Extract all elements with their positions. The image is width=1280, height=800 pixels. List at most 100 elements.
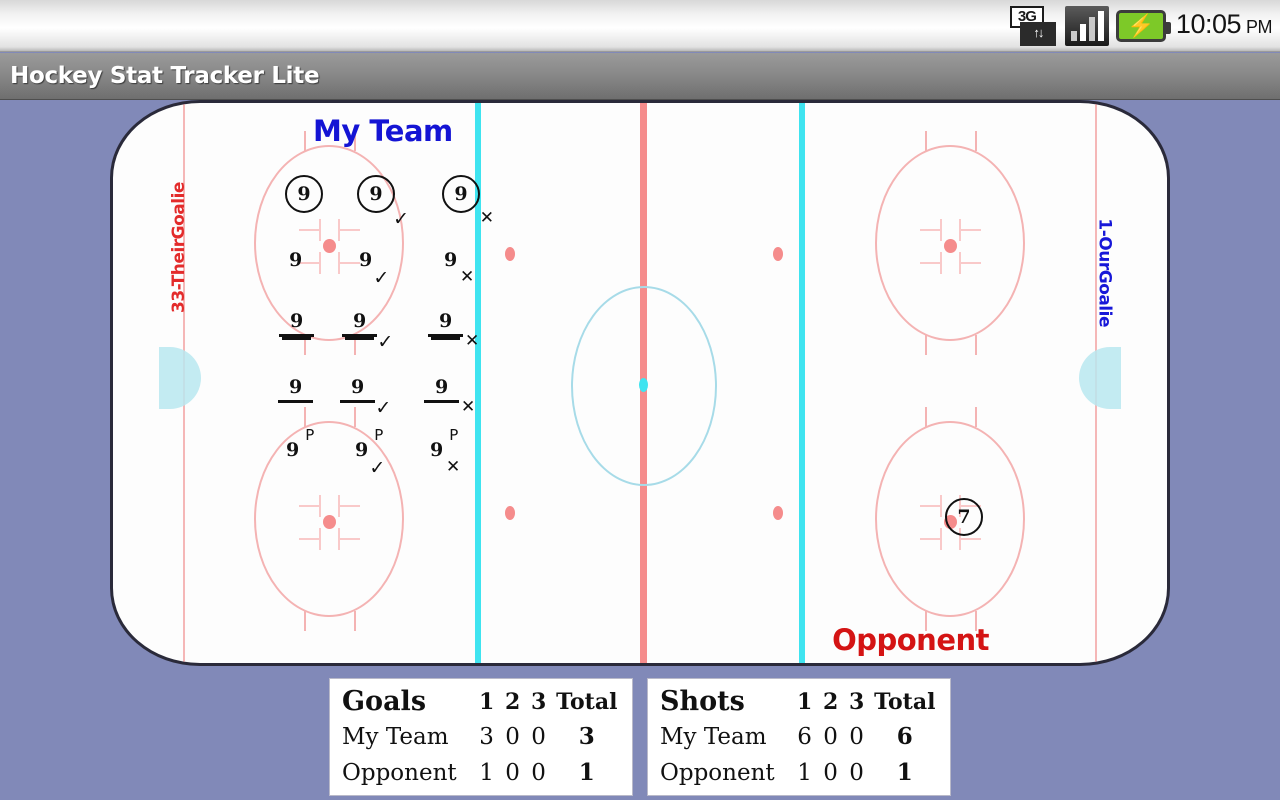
shot-marker[interactable]: 9 ✕: [424, 378, 475, 416]
total-header: Total: [556, 689, 618, 715]
period-value-cell: 0: [531, 724, 546, 750]
faceoff-dot-2: [299, 495, 360, 550]
table-header-row: Shots 1 2 3 Total: [660, 685, 940, 719]
marker-number: 9 P ✓: [355, 426, 386, 479]
goal-crease-right: [1079, 347, 1121, 409]
table-row: Opponent 1 0 0 1: [660, 755, 940, 791]
marker-number: 9 ✓: [340, 378, 391, 418]
clock-ampm: PM: [1246, 17, 1273, 37]
my-team-label: My Team: [313, 114, 453, 148]
x-mark-icon: ✕: [464, 331, 480, 351]
opponent-label: Opponent: [832, 623, 989, 657]
status-bar-clock: 10:05 PM: [1175, 9, 1273, 41]
battery-charging-icon: ⚡: [1115, 10, 1171, 42]
marker-number: 9P: [286, 426, 315, 461]
period-header: 2: [822, 689, 839, 715]
table-row: Opponent 1 0 0 1: [342, 755, 622, 791]
stat-table-title: Goals: [342, 686, 427, 717]
x-mark-icon: ✕: [479, 208, 494, 228]
marker-number: 9 ✕: [428, 312, 479, 350]
app-title-bar: Hockey Stat Tracker Lite: [0, 53, 1280, 100]
total-value-cell: 6: [896, 723, 913, 750]
shot-marker[interactable]: 9 P ✓: [354, 426, 386, 479]
shot-marker[interactable]: 9: [279, 312, 315, 337]
penalty-shot-indicator: P: [374, 426, 384, 444]
total-value-cell: 1: [896, 759, 913, 786]
x-mark-icon: ✕: [445, 457, 461, 477]
stat-table-goals: Goals 1 2 3 Total My Team 3 0 0 3 Opponent 1 0 0 1: [329, 678, 633, 796]
shot-marker[interactable]: 9 ✕: [442, 175, 494, 227]
shot-marker[interactable]: 9: [288, 251, 303, 270]
table-row: My Team 6 0 0 6: [660, 719, 940, 755]
clock-time: 10:05: [1175, 9, 1242, 39]
shot-marker[interactable]: 9 ✕: [428, 312, 479, 350]
marker-number: 9 ✓: [357, 175, 409, 229]
period-value-cell: 1: [797, 760, 812, 786]
table-header-row: Goals 1 2 3 Total: [342, 685, 622, 719]
period-value-cell: 0: [849, 724, 864, 750]
penalty-shot-indicator: P: [305, 426, 315, 444]
marker-number: 9 ✕: [424, 378, 475, 416]
faceoff-dot-1: [299, 219, 360, 274]
shot-marker[interactable]: 9 P ✕: [429, 426, 461, 477]
app-title: Hockey Stat Tracker Lite: [10, 62, 320, 89]
x-mark-icon: ✕: [460, 397, 476, 417]
team-name-cell: Opponent: [342, 760, 457, 786]
team-name-cell: My Team: [660, 724, 767, 750]
marker-number: 7: [945, 498, 983, 536]
shot-marker[interactable]: 9P: [285, 426, 315, 461]
check-mark-icon: ✓: [393, 208, 409, 230]
android-status-bar: 3G ↑↓ ⚡ 10:05 PM: [0, 0, 1280, 52]
x-mark-icon: ✕: [459, 267, 475, 287]
signal-strength-icon: [1064, 6, 1109, 46]
hockey-rink-area[interactable]: 33-TheirGoalie 1-OurGoalie My Team Oppon…: [110, 100, 1170, 666]
shot-marker[interactable]: 9 ✕: [443, 251, 474, 286]
check-mark-icon: ✓: [375, 397, 392, 419]
stats-panel: Goals 1 2 3 Total My Team 3 0 0 3 Opponent 1 0 0 1 Shot…: [0, 678, 1280, 796]
battery-bolt-glyph: ⚡: [1127, 13, 1155, 38]
shot-marker[interactable]: 9 ✓: [357, 175, 409, 229]
period-value-cell: 0: [823, 724, 838, 750]
marker-number: 9 P ✕: [430, 426, 461, 477]
period-value-cell: 0: [823, 760, 838, 786]
neutral-zone-dot-4: [773, 506, 783, 520]
period-value-cell: 0: [849, 760, 864, 786]
check-mark-icon: ✓: [369, 457, 386, 479]
period-value-cell: 1: [479, 760, 494, 786]
check-mark-icon: ✓: [377, 331, 394, 353]
marker-number: 9: [285, 175, 323, 213]
total-value-cell: 1: [578, 759, 595, 786]
shot-marker[interactable]: 9: [285, 175, 323, 213]
shot-marker[interactable]: 7: [945, 498, 983, 536]
marker-number: 9 ✓: [359, 249, 390, 289]
shot-marker[interactable]: 9 ✓: [342, 312, 393, 352]
our-goalie-label[interactable]: 1-OurGoalie: [1095, 218, 1115, 327]
goal-crease-left: [159, 347, 201, 409]
period-value-cell: 6: [797, 724, 812, 750]
team-name-cell: Opponent: [660, 760, 775, 786]
neutral-zone-dot-2: [505, 506, 515, 520]
marker-number: 9: [289, 249, 303, 271]
shot-marker[interactable]: 9: [278, 378, 314, 403]
marker-number: 9: [279, 312, 315, 337]
total-header: Total: [874, 689, 936, 715]
marker-number: 9 ✓: [342, 312, 393, 352]
neutral-zone-dot-3: [773, 247, 783, 261]
stat-table-title: Shots: [660, 686, 745, 717]
rink-surface[interactable]: 33-TheirGoalie 1-OurGoalie My Team Oppon…: [110, 100, 1170, 666]
status-bar-icons: 3G ↑↓ ⚡ 10:05 PM: [1009, 0, 1273, 52]
marker-number: 9: [278, 378, 314, 403]
their-goalie-label[interactable]: 33-TheirGoalie: [169, 182, 189, 313]
period-value-cell: 3: [479, 724, 494, 750]
period-value-cell: 0: [505, 724, 520, 750]
check-mark-icon: ✓: [373, 267, 390, 289]
shot-marker[interactable]: 9 ✓: [340, 378, 391, 418]
shot-marker[interactable]: 9 ✓: [358, 249, 390, 289]
period-header: 3: [530, 689, 547, 715]
period-value-cell: 0: [531, 760, 546, 786]
team-name-cell: My Team: [342, 724, 449, 750]
period-header: 2: [504, 689, 521, 715]
penalty-shot-indicator: P: [449, 426, 459, 444]
period-header: 1: [796, 689, 813, 715]
faceoff-dot-3: [920, 219, 981, 274]
